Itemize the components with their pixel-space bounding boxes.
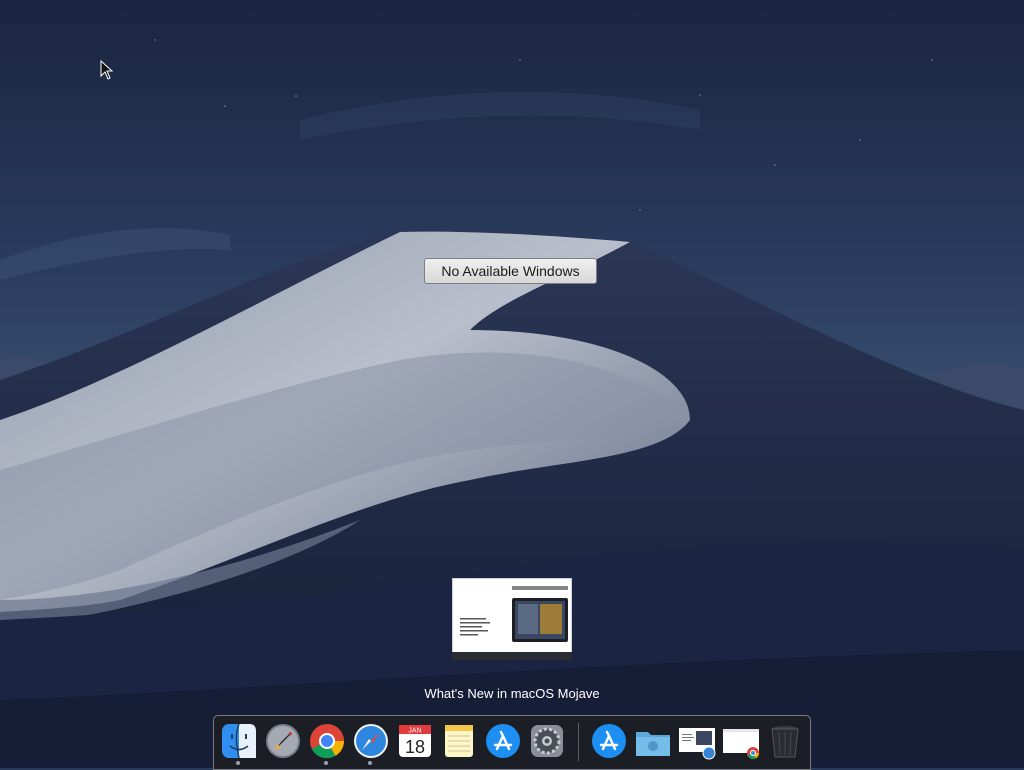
safari-icon <box>354 724 388 758</box>
system-preferences-dock-item[interactable] <box>528 722 566 760</box>
launchpad-dock-item[interactable] <box>264 722 302 760</box>
no-available-windows-label: No Available Windows <box>424 258 597 284</box>
trash-dock-item[interactable] <box>766 722 804 760</box>
window-preview-caption: What's New in macOS Mojave <box>424 686 600 701</box>
minimized-chrome-window-dock-item[interactable] <box>722 722 760 760</box>
calendar-dock-item[interactable]: JAN 18 <box>396 722 434 760</box>
launchpad-icon <box>266 724 300 758</box>
app-store-icon <box>486 724 520 758</box>
finder-running-indicator <box>236 761 240 765</box>
window-preview-thumbnail[interactable] <box>452 578 572 660</box>
safari-running-indicator <box>368 761 372 765</box>
safari-dock-item[interactable] <box>352 722 390 760</box>
system-preferences-icon <box>531 725 563 757</box>
notes-icon <box>445 725 473 757</box>
documents-folder-dock-item[interactable] <box>634 722 672 760</box>
minimized-safari-window-icon <box>679 728 716 760</box>
documents-folder-icon <box>636 732 670 756</box>
downloads-app-store-icon <box>592 724 626 758</box>
notes-dock-item[interactable] <box>440 722 478 760</box>
trash-icon <box>771 726 799 758</box>
minimized-chrome-window-icon <box>723 729 759 760</box>
minimized-safari-window-dock-item[interactable] <box>678 722 716 760</box>
calendar-icon: JAN 18 <box>399 725 431 757</box>
chrome-icon <box>310 724 344 759</box>
app-store-dock-item[interactable] <box>484 722 522 760</box>
calendar-month-text: JAN <box>408 728 421 735</box>
chrome-dock-item[interactable] <box>308 722 346 760</box>
dock: JAN 18 <box>213 715 811 770</box>
dock-separator <box>578 723 579 761</box>
chrome-running-indicator <box>324 761 328 765</box>
downloads-stack-dock-item[interactable] <box>590 722 628 760</box>
calendar-day-text: 18 <box>405 737 425 757</box>
mouse-pointer-icon <box>100 60 114 80</box>
finder-dock-item[interactable] <box>220 722 258 760</box>
finder-icon <box>222 723 256 759</box>
